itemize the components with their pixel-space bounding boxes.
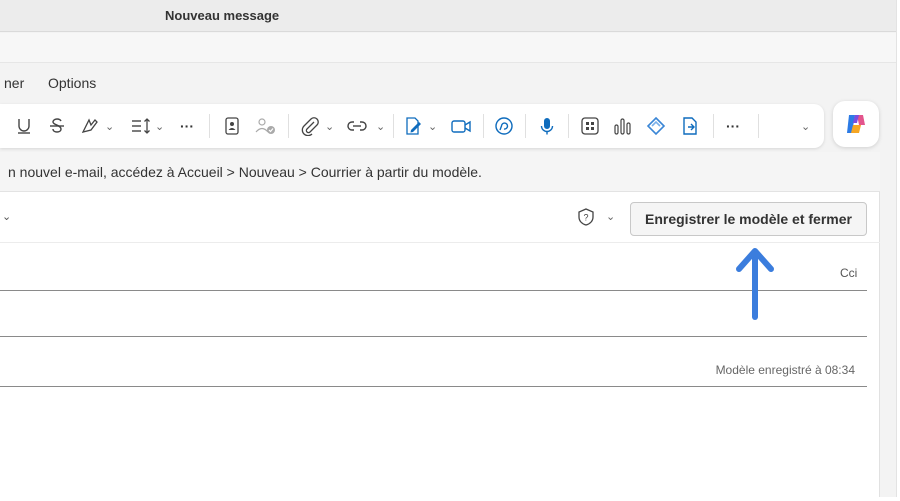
viva-icon[interactable]	[645, 115, 667, 137]
toolbar-divider	[288, 114, 289, 138]
copilot-icon[interactable]	[833, 101, 879, 147]
toolbar-divider	[393, 114, 394, 138]
toolbar-divider	[568, 114, 569, 138]
title-bar: Nouveau message	[0, 0, 896, 32]
loop-icon[interactable]	[493, 115, 515, 137]
apps-icon[interactable]	[580, 115, 600, 137]
microphone-icon[interactable]	[538, 115, 556, 137]
people-check-icon[interactable]	[255, 115, 277, 137]
annotation-arrow	[732, 243, 778, 326]
strikethrough-icon[interactable]	[48, 115, 66, 137]
attach-icon[interactable]	[300, 115, 320, 137]
underline-icon[interactable]	[15, 115, 33, 137]
chevron-down-icon[interactable]: ⌄	[105, 115, 114, 137]
tab-insert-partial[interactable]: ner	[4, 75, 24, 91]
toolbar-divider	[713, 114, 714, 138]
toolbar-divider	[525, 114, 526, 138]
more-icon[interactable]: ···	[726, 115, 740, 137]
chevron-down-icon[interactable]: ⌄	[428, 115, 437, 137]
action-row: ⌄ ? ⌄ Enregistrer le modèle et fermer	[0, 193, 880, 243]
signature-icon[interactable]	[403, 115, 423, 137]
contact-card-icon[interactable]	[223, 115, 241, 137]
link-icon[interactable]	[346, 115, 368, 137]
chevron-down-icon[interactable]: ⌄	[325, 115, 334, 137]
chevron-down-icon[interactable]: ⌄	[2, 210, 11, 223]
document-icon[interactable]	[680, 115, 700, 137]
chevron-down-icon[interactable]: ⌄	[801, 115, 810, 137]
chevron-down-icon[interactable]: ⌄	[606, 210, 615, 223]
more-icon[interactable]: ···	[180, 115, 194, 137]
video-icon[interactable]	[450, 115, 472, 137]
subject-field-line[interactable]	[0, 336, 867, 337]
chevron-down-icon[interactable]: ⌄	[155, 115, 164, 137]
body-separator	[0, 386, 867, 387]
highlight-icon[interactable]	[80, 115, 102, 137]
ribbon-tabs: ner Options	[0, 64, 896, 102]
chart-icon[interactable]	[612, 115, 634, 137]
toolbar-divider	[483, 114, 484, 138]
cci-link[interactable]: Cci	[840, 266, 857, 280]
saved-status: Modèle enregistré à 08:34	[715, 363, 855, 377]
window-title: Nouveau message	[165, 8, 280, 23]
sensitivity-shield-icon[interactable]: ?	[577, 207, 595, 232]
toolbar-divider	[758, 114, 759, 138]
line-spacing-icon[interactable]	[130, 115, 152, 137]
template-info-bar: n nouvel e-mail, accédez à Accueil > Nou…	[0, 152, 880, 192]
toolbar-divider	[209, 114, 210, 138]
save-template-close-button[interactable]: Enregistrer le modèle et fermer	[630, 202, 867, 236]
svg-text:?: ?	[583, 213, 588, 223]
header-strip	[0, 33, 896, 63]
tab-options[interactable]: Options	[48, 75, 96, 91]
info-text: n nouvel e-mail, accédez à Accueil > Nou…	[8, 164, 482, 180]
formatting-toolbar: ⌄ ⌄ ··· ⌄ ⌄ ⌄ ··· ⌄	[0, 104, 824, 148]
chevron-down-icon[interactable]: ⌄	[376, 115, 385, 137]
